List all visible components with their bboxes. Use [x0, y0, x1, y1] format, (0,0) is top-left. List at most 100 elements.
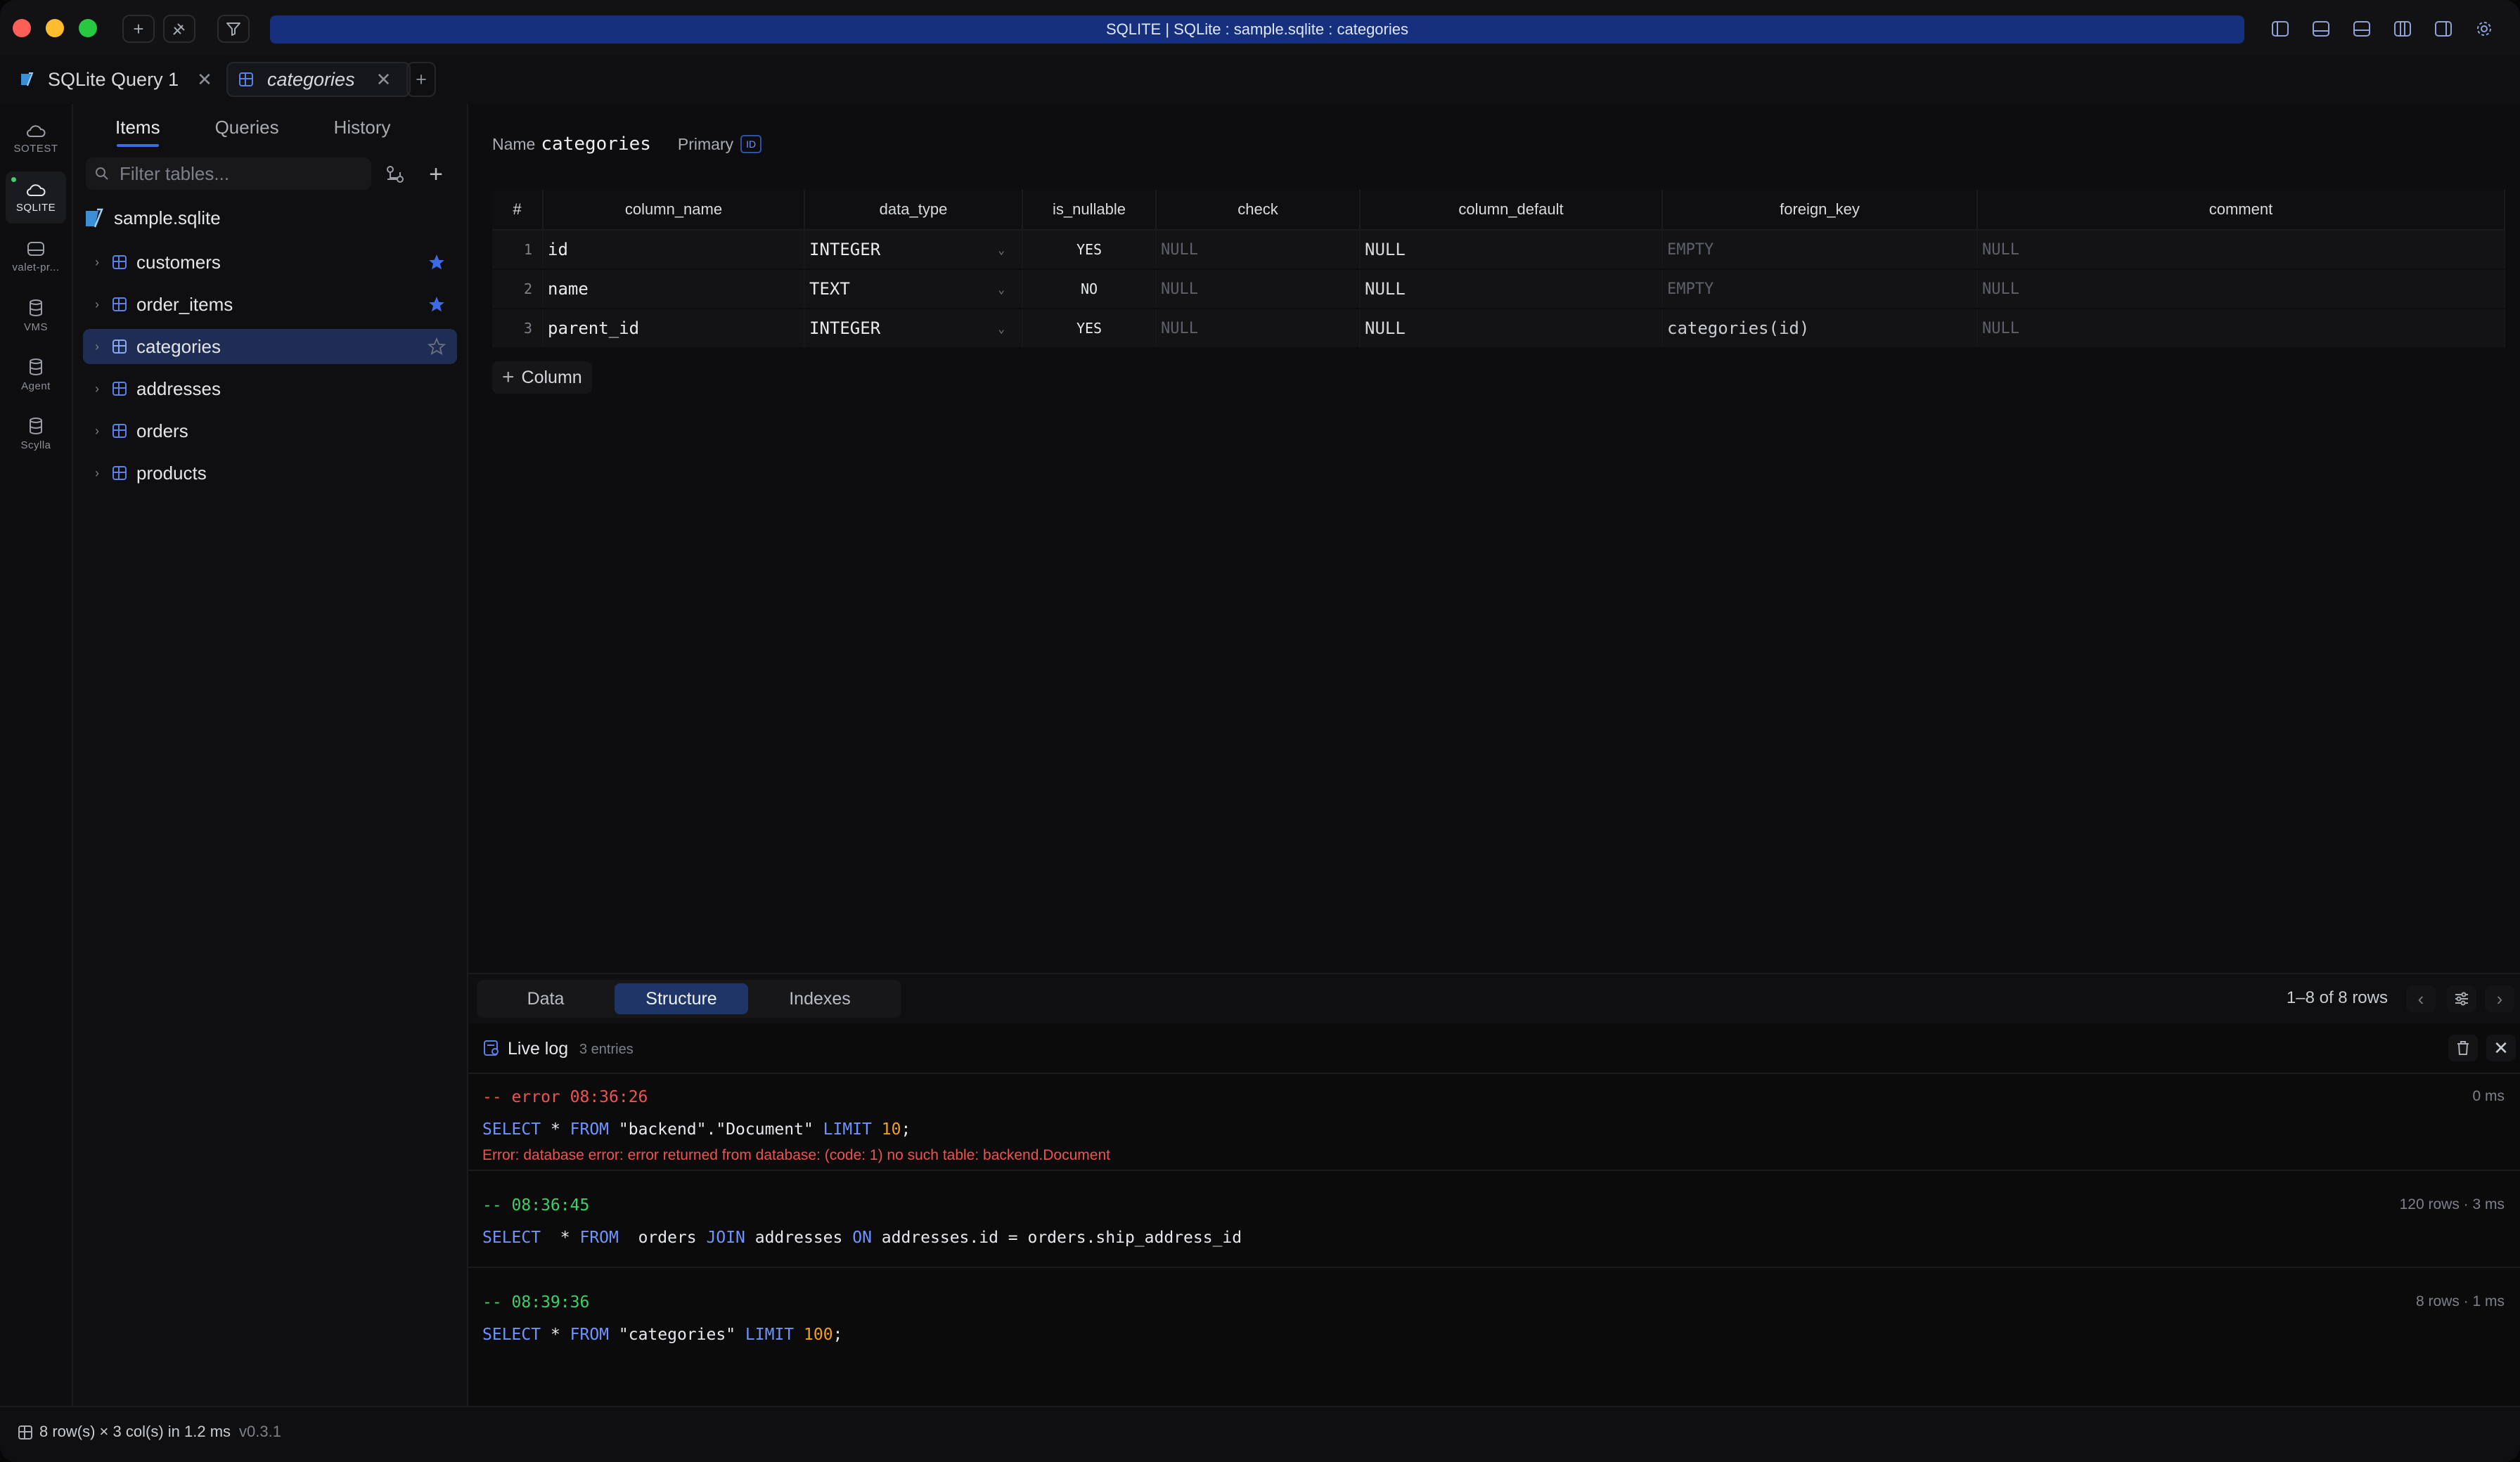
rail-item-sotest[interactable]: SOTEST — [6, 112, 66, 164]
cell-foreign-key[interactable]: EMPTY — [1662, 269, 1978, 309]
tab-items[interactable]: Items — [115, 117, 160, 147]
disconnect-button[interactable] — [163, 15, 195, 43]
log-sql[interactable]: SELECT * FROM "backend"."Document" LIMIT… — [482, 1120, 911, 1139]
log-timestamp: -- 08:39:36 — [482, 1293, 590, 1312]
toggle-split-button[interactable] — [2392, 19, 2413, 39]
chevron-down-icon[interactable]: ⌄ — [998, 283, 1005, 296]
log-sql[interactable]: SELECT * FROM "categories" LIMIT 100; — [482, 1326, 842, 1344]
chevron-right-icon[interactable]: › — [83, 297, 111, 312]
col-header-foreign-key[interactable]: foreign_key — [1662, 190, 1978, 231]
cell-check[interactable]: NULL — [1156, 309, 1361, 349]
log-sql[interactable]: SELECT * FROM orders JOIN addresses ON a… — [482, 1229, 1242, 1247]
col-header-column-name[interactable]: column_name — [543, 190, 805, 231]
close-log-button[interactable]: ✕ — [2486, 1035, 2516, 1061]
cell-comment[interactable]: NULL — [1977, 230, 2505, 270]
log-entry[interactable]: -- error 08:36:26 0 ms SELECT * FROM "ba… — [468, 1074, 2520, 1171]
cell-foreign-key[interactable]: categories(id) — [1662, 309, 1978, 349]
live-log-title: Live log — [508, 1039, 569, 1059]
table-item-customers[interactable]: › customers — [83, 245, 457, 280]
tab-data[interactable]: Data — [477, 983, 615, 1014]
close-tab-icon[interactable]: ✕ — [376, 69, 392, 91]
toggle-right-panel-button[interactable] — [2433, 19, 2454, 39]
new-connection-button[interactable]: + — [122, 15, 155, 43]
table-item-order-items[interactable]: › order_items — [83, 287, 457, 322]
rail-item-sqlite[interactable]: SQLITE — [6, 172, 66, 224]
prev-page-button[interactable]: ‹ — [2406, 985, 2436, 1012]
rail-item-valet[interactable]: valet-pr... — [6, 231, 66, 283]
col-header-check[interactable]: check — [1156, 190, 1361, 231]
cell-check[interactable]: NULL — [1156, 269, 1361, 309]
toggle-log-panel-button[interactable] — [2351, 19, 2372, 39]
rail-item-scylla[interactable]: Scylla — [6, 408, 66, 460]
cell-column-name[interactable]: id — [543, 230, 805, 270]
star-filled-icon[interactable] — [428, 253, 446, 271]
chevron-right-icon[interactable]: › — [83, 424, 111, 439]
tab-sqlite-query-1[interactable]: SQLite Query 1 ✕ — [18, 62, 212, 97]
minimize-window-button[interactable] — [46, 19, 64, 37]
cell-check[interactable]: NULL — [1156, 230, 1361, 270]
log-entry[interactable]: -- 08:39:36 8 rows · 1 ms SELECT * FROM … — [468, 1268, 2520, 1355]
table-row[interactable]: 2 name TEXT ⌄ NO NULL NULL EMPTY NULL — [492, 269, 2505, 309]
toggle-left-panel-button[interactable] — [2270, 19, 2291, 39]
cell-column-name[interactable]: parent_id — [543, 309, 805, 349]
cell-column-name[interactable]: name — [543, 269, 805, 309]
log-entry[interactable]: -- 08:36:45 120 rows · 3 ms SELECT * FRO… — [468, 1171, 2520, 1268]
table-name-value[interactable]: categories — [541, 134, 651, 155]
add-table-button[interactable]: + — [423, 161, 449, 188]
cell-column-default[interactable]: NULL — [1360, 230, 1663, 270]
cell-comment[interactable]: NULL — [1977, 309, 2505, 349]
col-header-is-nullable[interactable]: is_nullable — [1022, 190, 1157, 231]
rail-item-vms[interactable]: VMS — [6, 290, 66, 342]
filter-button[interactable] — [217, 15, 250, 43]
table-item-categories[interactable]: › categories — [83, 329, 457, 364]
tab-categories[interactable]: categories ✕ — [226, 62, 411, 97]
cell-data-type[interactable]: INTEGER ⌄ — [804, 230, 1023, 270]
zoom-window-button[interactable] — [79, 19, 97, 37]
chevron-right-icon[interactable]: › — [83, 382, 111, 396]
star-outline-icon[interactable] — [428, 337, 446, 356]
schema-graph-button[interactable] — [382, 162, 408, 187]
rail-item-agent[interactable]: Agent — [6, 349, 66, 401]
tab-bar: SQLite Query 1 ✕ categories ✕ + — [0, 55, 2520, 105]
close-window-button[interactable] — [13, 19, 31, 37]
cell-column-default[interactable]: NULL — [1360, 309, 1663, 349]
col-header-column-default[interactable]: column_default — [1360, 190, 1663, 231]
close-tab-icon[interactable]: ✕ — [197, 69, 212, 91]
tab-history[interactable]: History — [334, 117, 391, 147]
tab-indexes[interactable]: Indexes — [748, 983, 892, 1014]
table-row[interactable]: 3 parent_id INTEGER ⌄ YES NULL NULL categ… — [492, 309, 2505, 349]
toggle-bottom-panel-button[interactable] — [2310, 19, 2332, 39]
settings-button[interactable] — [2474, 19, 2495, 39]
cell-is-nullable[interactable]: NO — [1022, 269, 1157, 309]
cell-is-nullable[interactable]: YES — [1022, 309, 1157, 349]
add-column-button[interactable]: + Column — [492, 361, 592, 394]
table-item-addresses[interactable]: › addresses — [83, 371, 457, 406]
column-settings-button[interactable] — [2447, 985, 2476, 1012]
clear-log-button[interactable] — [2448, 1035, 2478, 1061]
chevron-right-icon[interactable]: › — [83, 339, 111, 354]
table-item-products[interactable]: › products — [83, 455, 457, 491]
cell-comment[interactable]: NULL — [1977, 269, 2505, 309]
cell-column-default[interactable]: NULL — [1360, 269, 1663, 309]
cell-foreign-key[interactable]: EMPTY — [1662, 230, 1978, 270]
tab-structure[interactable]: Structure — [615, 983, 748, 1014]
chevron-right-icon[interactable]: › — [83, 255, 111, 270]
col-header-comment[interactable]: comment — [1977, 190, 2505, 231]
table-row[interactable]: 1 id INTEGER ⌄ YES NULL NULL EMPTY NULL — [492, 230, 2505, 270]
next-page-button[interactable]: › — [2485, 985, 2514, 1012]
new-tab-button[interactable]: + — [406, 62, 436, 97]
plus-icon: + — [502, 366, 515, 389]
tab-queries[interactable]: Queries — [215, 117, 279, 147]
cell-is-nullable[interactable]: YES — [1022, 230, 1157, 270]
chevron-right-icon[interactable]: › — [83, 466, 111, 481]
chevron-down-icon[interactable]: ⌄ — [998, 322, 1005, 335]
chevron-down-icon[interactable]: ⌄ — [998, 243, 1005, 257]
table-item-orders[interactable]: › orders — [83, 413, 457, 448]
col-header-data-type[interactable]: data_type — [804, 190, 1023, 231]
cell-data-type[interactable]: INTEGER ⌄ — [804, 309, 1023, 349]
cell-data-type[interactable]: TEXT ⌄ — [804, 269, 1023, 309]
star-filled-icon[interactable] — [428, 295, 446, 313]
filter-tables-input[interactable] — [118, 162, 353, 186]
database-node[interactable]: sample.sqlite — [83, 202, 221, 233]
table-meta: Name categories Primary ID — [492, 134, 762, 155]
